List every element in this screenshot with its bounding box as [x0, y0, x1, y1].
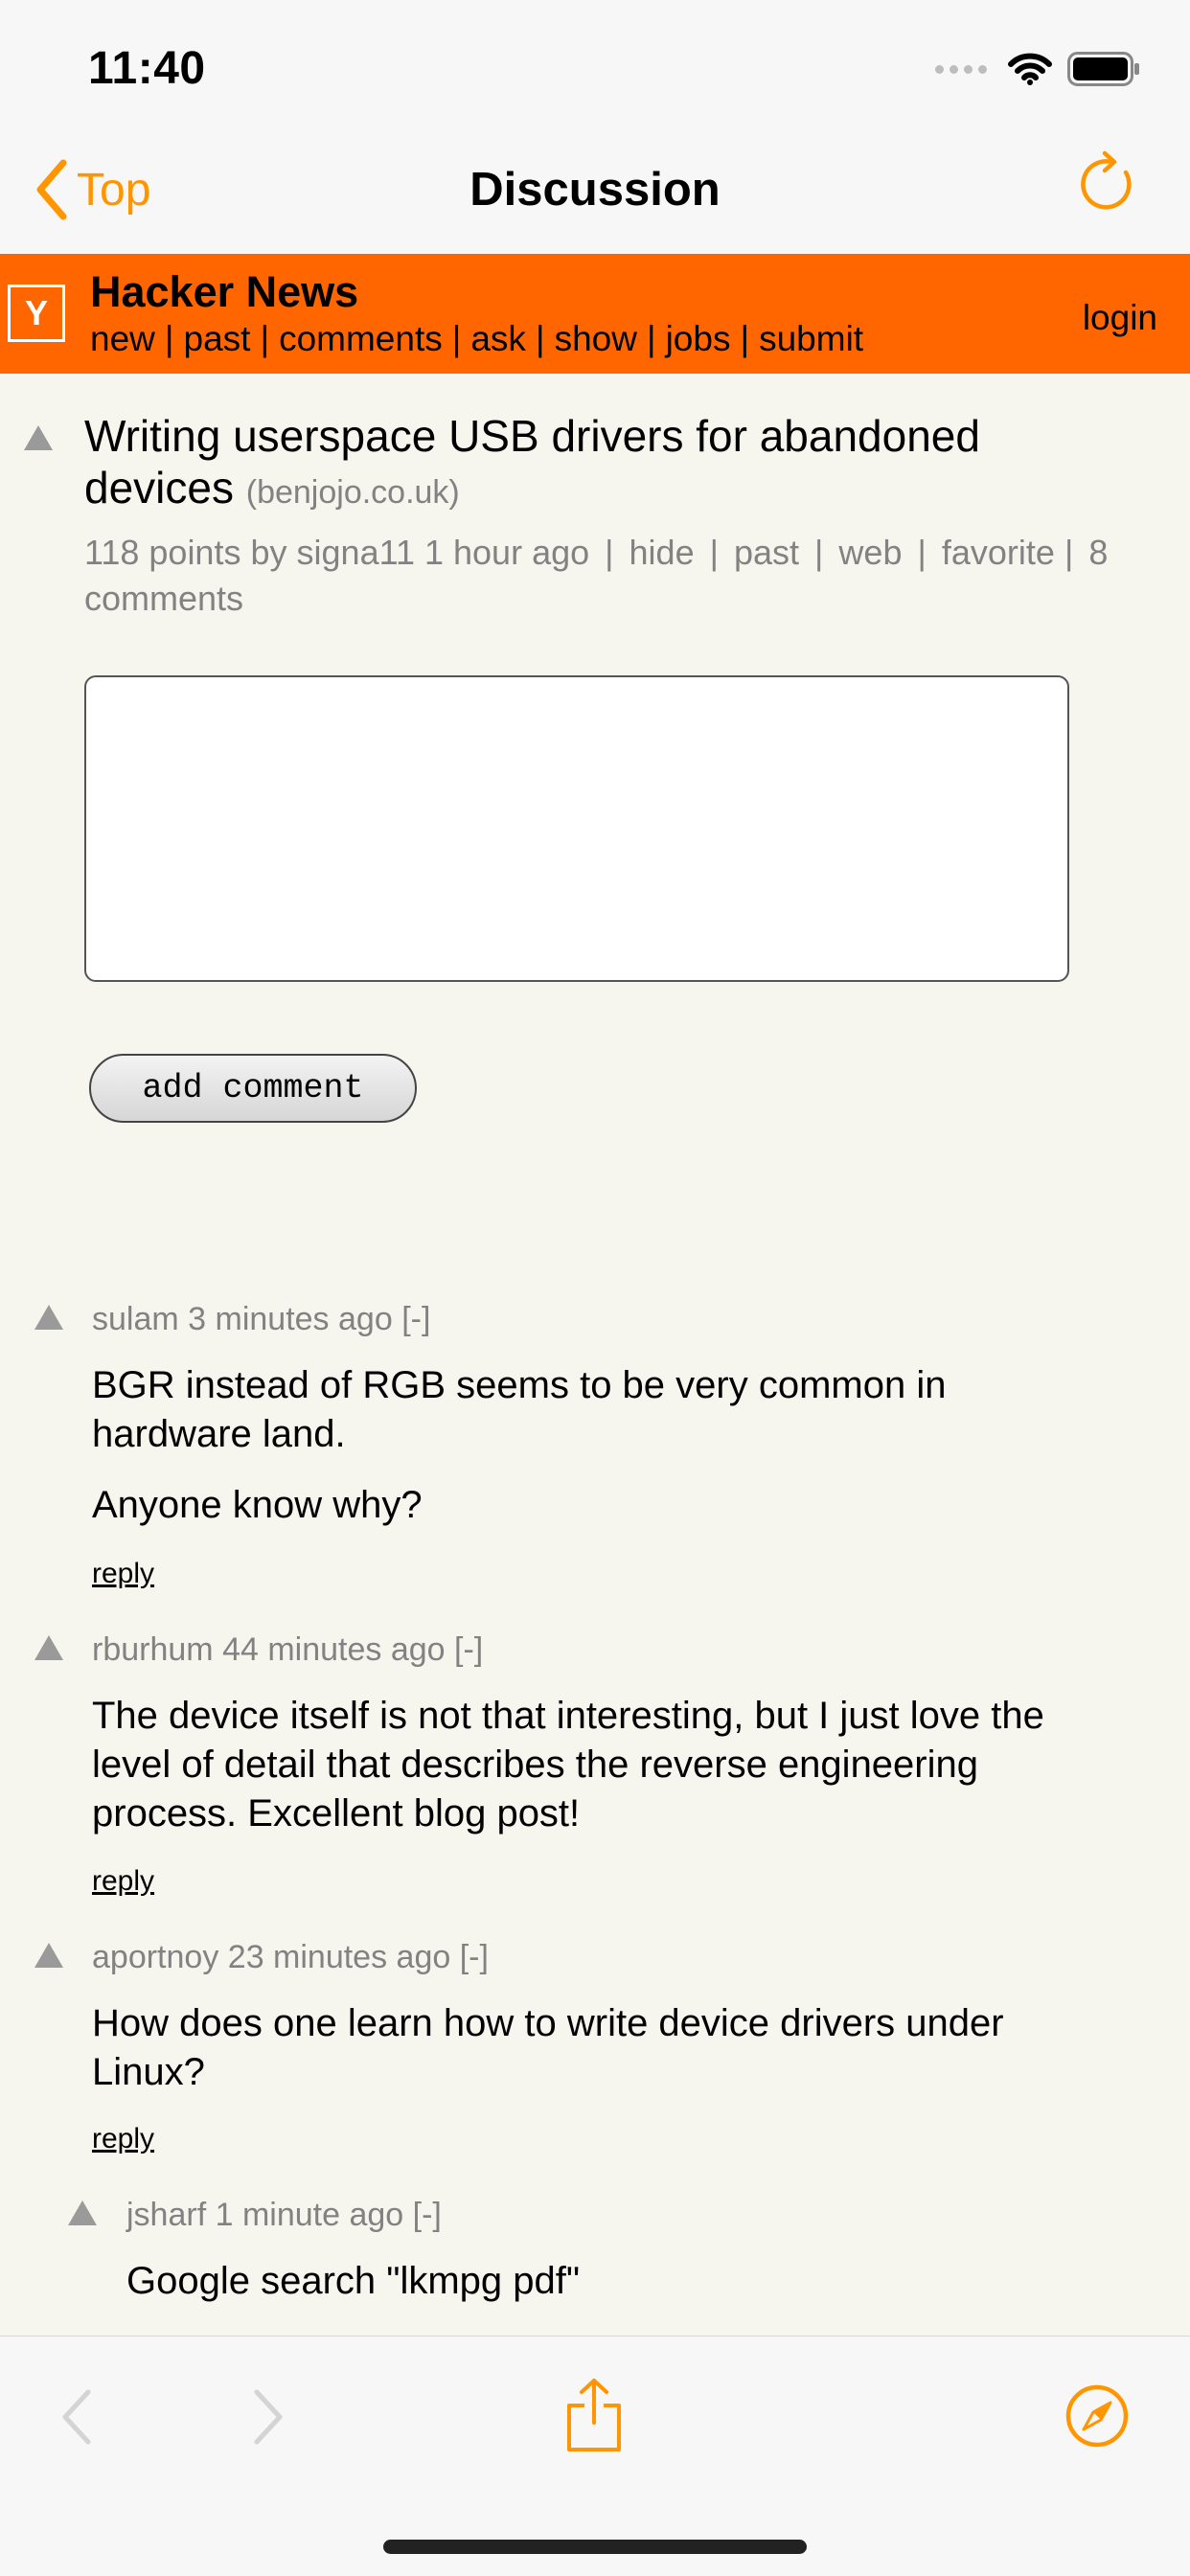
- story-hide-link[interactable]: hide: [629, 533, 695, 572]
- home-indicator: [383, 2540, 807, 2554]
- reload-icon: [1081, 150, 1132, 210]
- comment-age[interactable]: 23 minutes ago: [228, 1939, 451, 1975]
- separator: |: [646, 319, 656, 358]
- chevron-right-icon: [254, 2389, 283, 2445]
- comment-age[interactable]: 44 minutes ago: [222, 1631, 446, 1668]
- comment-user[interactable]: aportnoy: [92, 1939, 218, 1975]
- comment-text: Anyone know why?: [92, 1484, 423, 1526]
- nav-link-ask[interactable]: ask: [470, 319, 526, 358]
- separator: |: [164, 319, 174, 358]
- hn-logo[interactable]: Y: [8, 285, 65, 342]
- reply-link[interactable]: reply: [92, 1865, 154, 1898]
- comment-header: aportnoy 23 minutes ago [-]: [92, 1939, 489, 1976]
- separator: |: [451, 319, 462, 358]
- story-meta: 118 points by signa11 1 hour ago | hide …: [84, 533, 1109, 618]
- compass-icon: [1065, 2384, 1129, 2448]
- separator: |: [740, 319, 750, 358]
- separator: |: [535, 319, 545, 358]
- reply-link[interactable]: reply: [92, 2123, 154, 2155]
- story-by: by: [250, 533, 287, 572]
- add-comment-button[interactable]: add comment: [89, 1054, 417, 1123]
- nav-link-submit[interactable]: submit: [759, 319, 863, 358]
- nav-link-new[interactable]: new: [90, 319, 155, 358]
- story-past-link[interactable]: past: [734, 533, 799, 572]
- hn-title[interactable]: Hacker News: [90, 267, 358, 317]
- share-icon: [567, 2379, 621, 2451]
- status-icons: [935, 52, 1140, 86]
- story-title: Writing userspace USB drivers for abando…: [84, 410, 1138, 518]
- comment-upvote-icon[interactable]: [34, 1635, 63, 1660]
- comment-toggle[interactable]: [-]: [401, 1301, 430, 1337]
- page-title: Discussion: [469, 164, 721, 216]
- nav-link-show[interactable]: show: [555, 319, 637, 358]
- share-button[interactable]: [563, 2377, 625, 2458]
- login-link[interactable]: login: [1083, 298, 1157, 338]
- comment-textarea[interactable]: [84, 675, 1069, 982]
- story-user[interactable]: signa11: [297, 533, 415, 572]
- back-nav-button[interactable]: [59, 2388, 94, 2451]
- hn-nav-links: new | past | comments | ask | show | jobs | submit: [90, 319, 863, 359]
- reload-button[interactable]: [1073, 149, 1142, 218]
- chevron-left-icon: [62, 2389, 91, 2445]
- story-domain[interactable]: (benjojo.co.uk): [246, 474, 460, 511]
- comment-toggle[interactable]: [-]: [460, 1939, 489, 1975]
- comment-user[interactable]: sulam: [92, 1301, 179, 1337]
- story-favorite-link[interactable]: favorite: [942, 533, 1055, 572]
- comment-text: BGR instead of RGB seems to be very comm…: [92, 1364, 947, 1455]
- battery-icon: [1067, 52, 1139, 86]
- comment-text: The device itself is not that interestin…: [92, 1695, 1044, 1835]
- status-bar: 11:40: [0, 0, 1190, 144]
- story-web-link[interactable]: web: [838, 533, 902, 572]
- wifi-icon: [1008, 53, 1052, 85]
- comment-age[interactable]: 1 minute ago: [216, 2197, 404, 2233]
- comment-upvote-icon[interactable]: [34, 1943, 63, 1968]
- story-title-link[interactable]: Writing userspace USB drivers for abando…: [84, 411, 980, 513]
- comment-upvote-icon[interactable]: [68, 2200, 97, 2225]
- hn-header: Y Hacker News new | past | comments | ask | show…: [0, 254, 1190, 374]
- forward-nav-button[interactable]: [251, 2388, 286, 2451]
- navigation-bar: Top Discussion: [0, 144, 1190, 255]
- comment-text: Google search "lkmpg pdf": [126, 2260, 581, 2302]
- status-time: 11:40: [88, 43, 206, 94]
- nav-link-past[interactable]: past: [184, 319, 251, 358]
- comment-header: jsharf 1 minute ago [-]: [126, 2197, 442, 2234]
- comment-upvote-icon[interactable]: [34, 1305, 63, 1330]
- nav-link-comments[interactable]: comments: [279, 319, 443, 358]
- signal-icon: [935, 64, 987, 74]
- comment-header: sulam 3 minutes ago [-]: [92, 1301, 430, 1338]
- story-upvote-icon[interactable]: [24, 425, 53, 450]
- story-age[interactable]: 1 hour ago: [424, 533, 589, 572]
- comment-user[interactable]: jsharf: [126, 2197, 206, 2233]
- comment-toggle[interactable]: [-]: [454, 1631, 483, 1668]
- story-points: 118 points: [84, 533, 241, 572]
- separator: |: [260, 319, 270, 358]
- open-in-safari-button[interactable]: [1064, 2382, 1131, 2454]
- reply-link[interactable]: reply: [92, 1558, 154, 1590]
- comment-header: rburhum 44 minutes ago [-]: [92, 1631, 483, 1669]
- comment-toggle[interactable]: [-]: [413, 2197, 442, 2233]
- nav-link-jobs[interactable]: jobs: [666, 319, 731, 358]
- comment-age[interactable]: 3 minutes ago: [188, 1301, 393, 1337]
- comment-text: How does one learn how to write device d…: [92, 2002, 1004, 2093]
- comment-user[interactable]: rburhum: [92, 1631, 214, 1668]
